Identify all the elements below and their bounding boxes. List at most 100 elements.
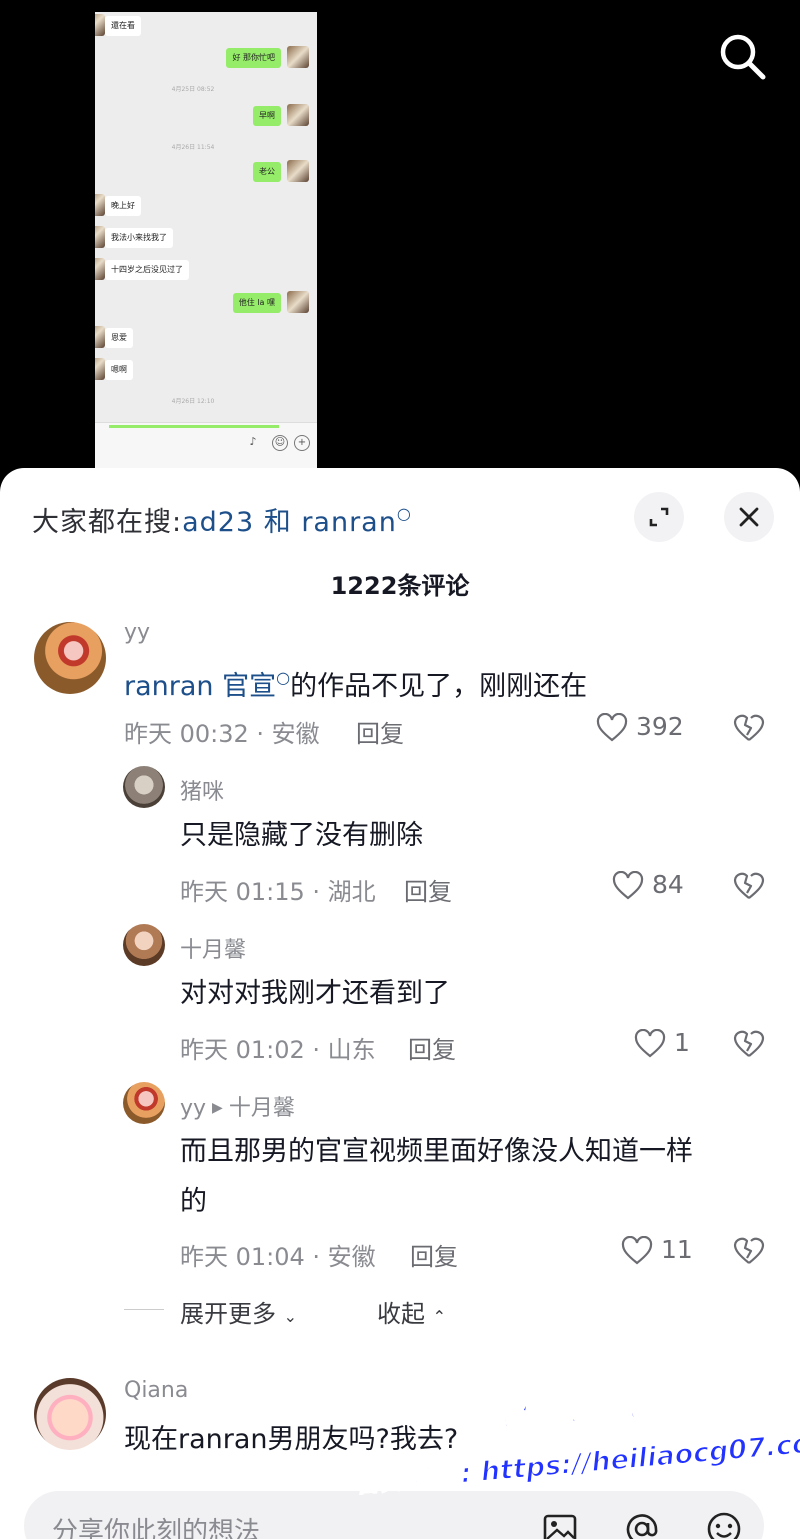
like-count: 84 [651, 870, 684, 899]
dislike-button[interactable] [732, 712, 766, 744]
heart-icon [596, 712, 628, 742]
reply-arrow-icon: ▶ [212, 1100, 223, 1116]
avatar[interactable] [123, 1082, 165, 1124]
chat-timestamp: 4月26日 11:54 [171, 144, 215, 151]
comment-author[interactable]: 十月馨 [180, 932, 246, 964]
comment-input[interactable]: 分享你此刻的想法 [24, 1491, 764, 1539]
close-button[interactable] [724, 492, 774, 542]
chat-bubble-edge [109, 425, 279, 428]
chat-message: 老公 [253, 162, 281, 182]
chat-message: 好 那你忙吧 [226, 48, 281, 68]
reply-button[interactable]: 回复 [408, 1030, 456, 1065]
chat-message: 他住 la 嘿 [232, 293, 281, 313]
chat-avatar [287, 291, 309, 313]
chat-message: 我法小来找我了 [105, 228, 173, 248]
comment-text: ranran 官宣○的作品不见了，刚刚还在 [124, 668, 588, 702]
hot-search-keyword[interactable]: ad23 和 ranran [182, 507, 397, 538]
chat-avatar [95, 194, 105, 216]
like-count: 392 [635, 712, 684, 741]
comment-meta: 昨天 01:15 · 湖北 [180, 878, 376, 906]
comment-text: 对对对我刚才还看到了 [180, 978, 450, 1009]
chat-timestamp: 4月25日 08:52 [171, 86, 215, 93]
avatar[interactable] [123, 766, 165, 808]
comment-text: 而且那男的官宣视频里面好像没人知道一样 [180, 1136, 693, 1167]
comment-author[interactable]: yy [124, 620, 150, 645]
chat-message: 十四岁之后没见过了 [105, 260, 189, 280]
chat-message: 還在看 [105, 16, 141, 36]
chat-avatar [95, 358, 105, 380]
reply-button[interactable]: 回复 [404, 872, 452, 907]
dislike-button[interactable] [732, 1235, 766, 1267]
heart-icon [634, 1028, 666, 1058]
comment-author[interactable]: 猪咪 [180, 774, 224, 806]
reply-to-name[interactable]: 十月馨 [229, 1096, 295, 1121]
chat-avatar [287, 160, 309, 182]
comment-meta: 昨天 00:32 · 安徽 [124, 720, 320, 748]
chevron-up-icon: ⌃ [432, 1307, 447, 1326]
heart-icon [621, 1235, 653, 1265]
broken-heart-icon [733, 872, 765, 899]
comment-author: yy ▶ 十月馨 [180, 1090, 295, 1122]
avatar[interactable] [123, 924, 165, 966]
mic-icon: ♪ [249, 435, 257, 448]
comment-input-placeholder: 分享你此刻的想法 [52, 1517, 261, 1539]
like-count: 1 [673, 1028, 690, 1057]
search-small-icon: ○ [276, 668, 291, 687]
emoji-icon[interactable] [704, 1509, 744, 1539]
dislike-button[interactable] [732, 1028, 766, 1060]
comment-text-line2: 的 [180, 1186, 207, 1217]
chat-avatar [287, 46, 309, 68]
like-count: 11 [660, 1235, 693, 1264]
chat-screenshot: 還在看 好 那你忙吧 4月25日 08:52 早啊 4月26日 11:54 老公… [95, 12, 317, 468]
comment-count: 1222条评论 [330, 572, 470, 600]
search-small-icon: ○ [396, 504, 412, 523]
comment-sheet: 大家都在搜:ad23 和 ranran○ 1222条评论 yy ranran 官… [0, 468, 800, 1539]
chevron-down-icon: ⌄ [283, 1307, 298, 1326]
like-button[interactable]: 1 [634, 1028, 690, 1059]
emoji-icon: ☺ [272, 435, 288, 451]
plus-icon: + [294, 435, 310, 451]
author-name[interactable]: yy [180, 1096, 206, 1121]
hashtag-link[interactable]: ranran 官宣 [124, 671, 276, 702]
chat-message: 早啊 [253, 106, 281, 126]
chat-message: 恩爱 [105, 328, 133, 348]
dislike-button[interactable] [732, 870, 766, 902]
chat-avatar [95, 14, 105, 36]
broken-heart-icon [733, 1030, 765, 1057]
heart-icon [612, 870, 644, 900]
like-button[interactable]: 392 [596, 712, 684, 743]
search-icon[interactable] [714, 28, 770, 84]
expand-more-button[interactable]: 展开更多 ⌄ [180, 1294, 297, 1329]
hot-search-prefix: 大家都在搜: [32, 507, 183, 538]
close-icon [739, 507, 759, 527]
chat-message: 晚上好 [105, 196, 141, 216]
video-player[interactable]: 還在看 好 那你忙吧 4月25日 08:52 早啊 4月26日 11:54 老公… [0, 0, 800, 480]
reply-button[interactable]: 回复 [410, 1237, 458, 1272]
chat-timestamp: 4月26日 12:10 [171, 398, 215, 405]
chat-avatar [95, 226, 105, 248]
comment-author[interactable]: Qiana [124, 1378, 188, 1403]
expand-icon [649, 507, 669, 527]
comment-text: 只是隐藏了没有删除 [180, 820, 423, 851]
avatar[interactable] [34, 622, 106, 694]
chat-avatar [287, 104, 309, 126]
chat-message: 嗯啊 [105, 360, 133, 380]
thread-controls: 展开更多 ⌄ 收起 ⌃ [0, 1294, 800, 1328]
avatar[interactable] [34, 1378, 106, 1450]
broken-heart-icon [733, 1237, 765, 1264]
image-icon[interactable] [540, 1509, 580, 1539]
broken-heart-icon [733, 714, 765, 741]
mention-icon[interactable] [622, 1509, 662, 1539]
hot-search-bar[interactable]: 大家都在搜:ad23 和 ranran○ [32, 500, 412, 539]
chat-input-bar: ♪ ☺ + [95, 422, 317, 468]
like-button[interactable]: 11 [621, 1235, 693, 1266]
comment-meta: 昨天 01:02 · 山东 [180, 1036, 376, 1064]
divider [124, 1309, 164, 1310]
chat-avatar [95, 258, 105, 280]
chat-avatar [95, 326, 105, 348]
comment-meta: 昨天 01:04 · 安徽 [180, 1243, 376, 1271]
expand-button[interactable] [634, 492, 684, 542]
like-button[interactable]: 84 [612, 870, 684, 901]
reply-button[interactable]: 回复 [356, 714, 404, 749]
collapse-button[interactable]: 收起 ⌃ [377, 1294, 446, 1329]
